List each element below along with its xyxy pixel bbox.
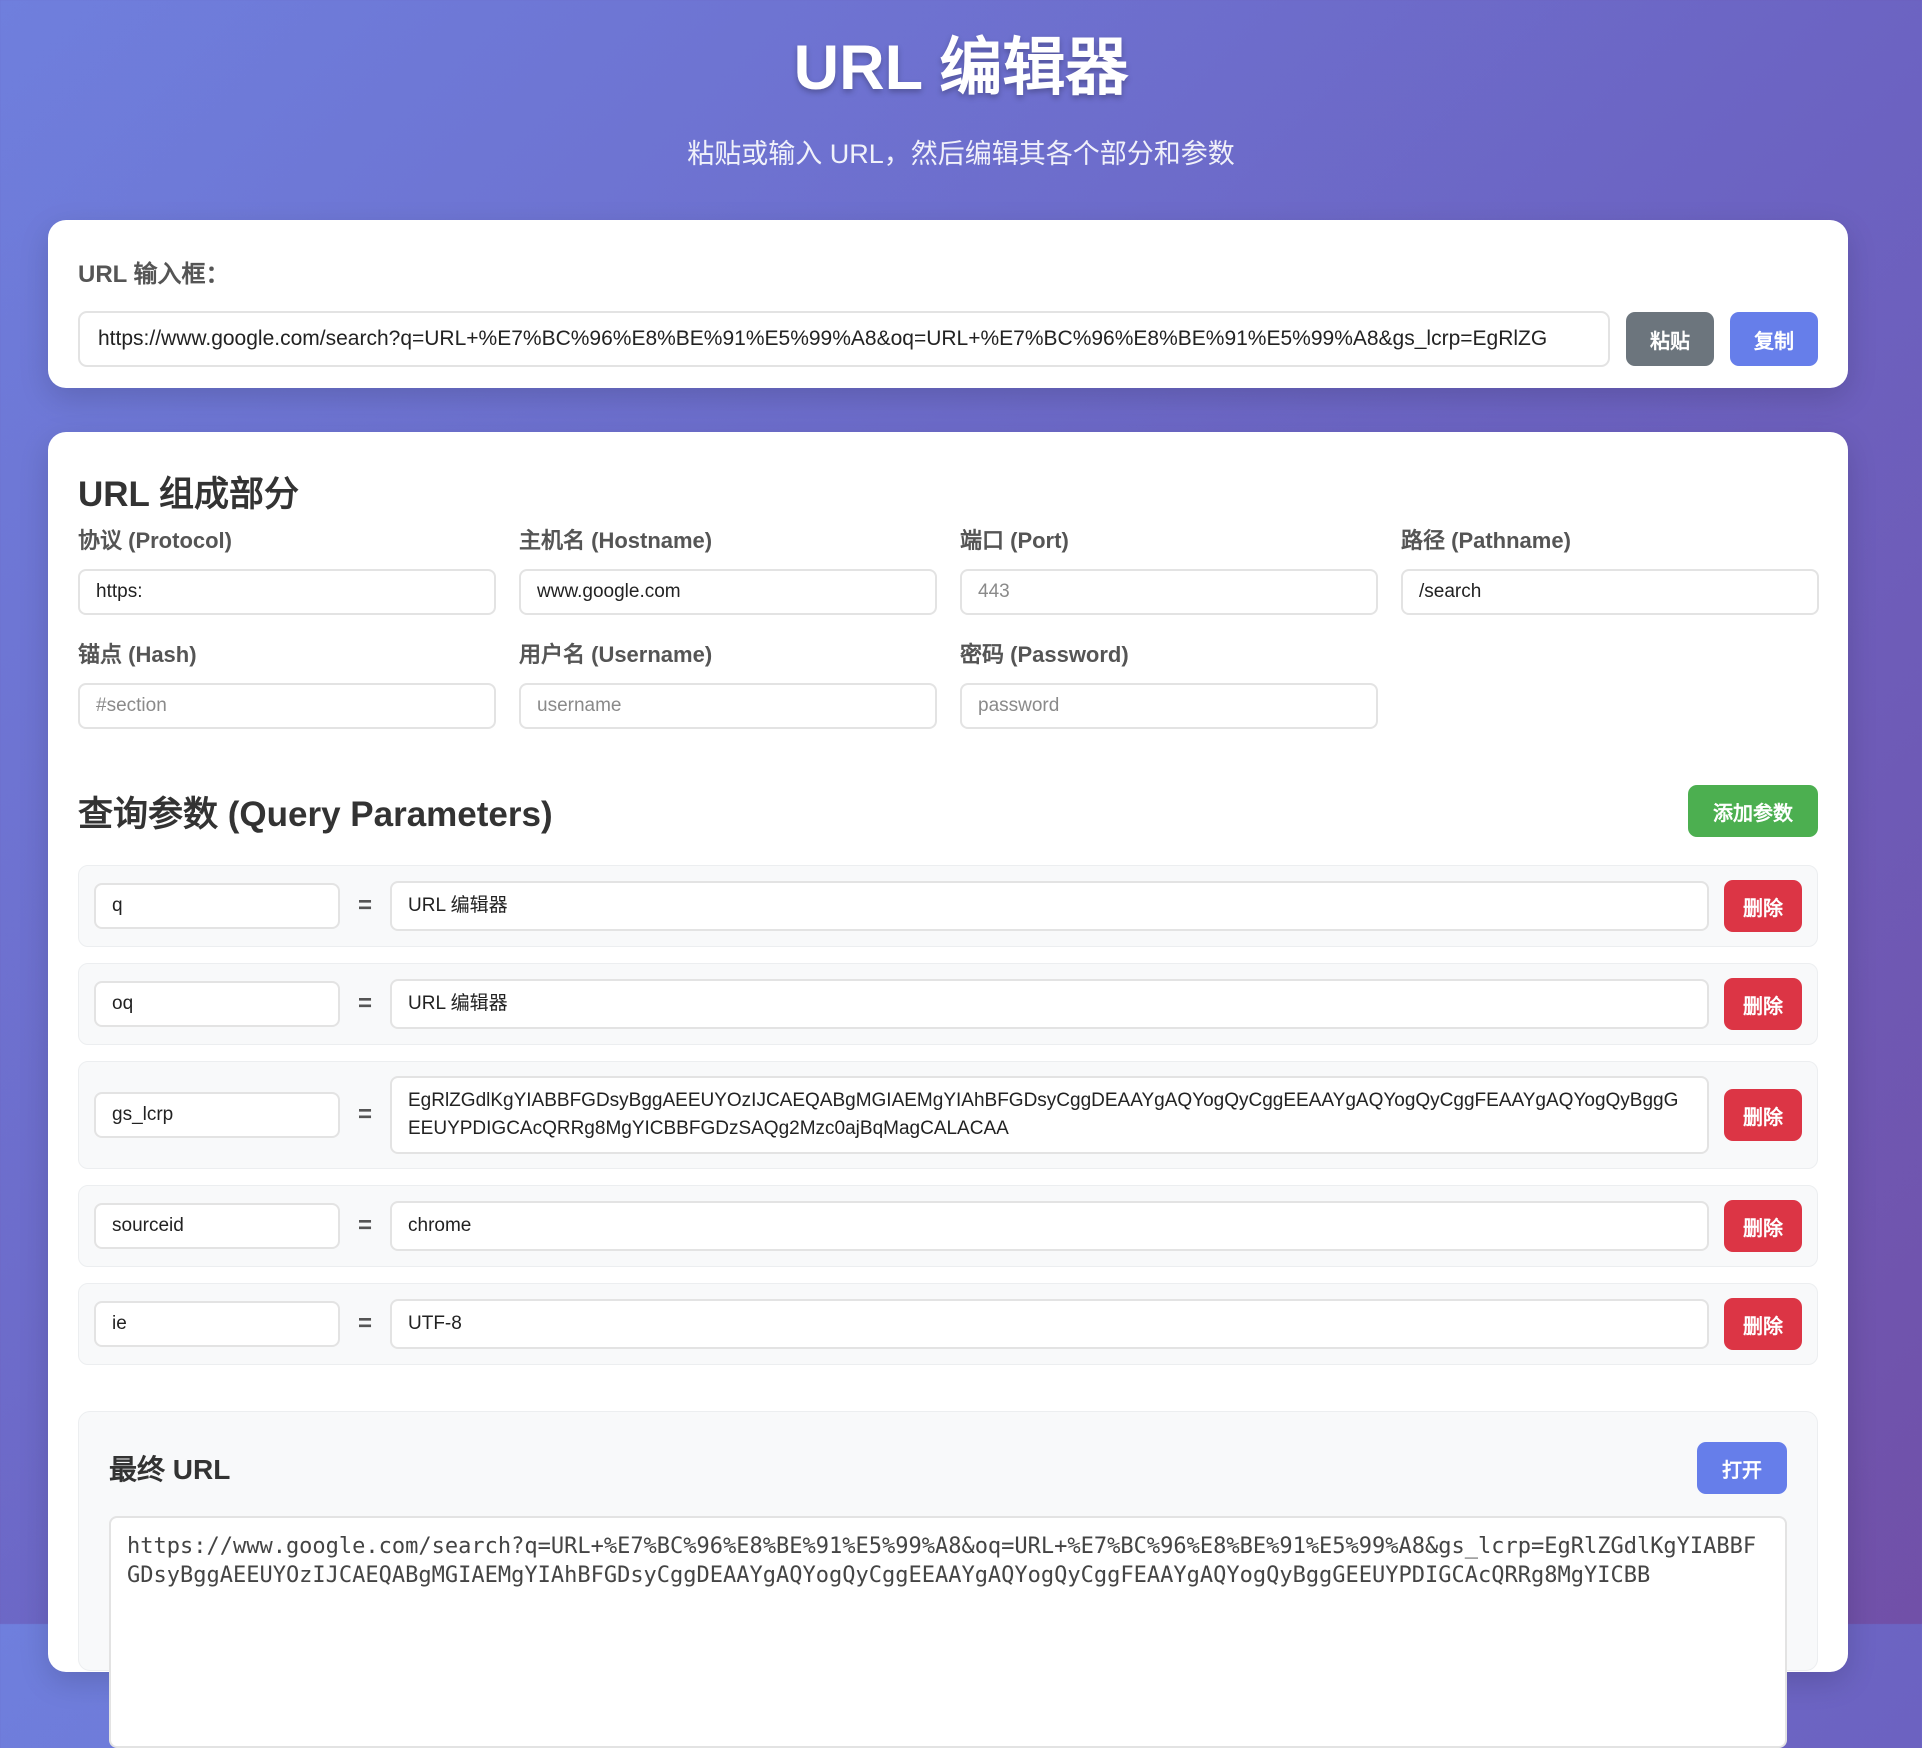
url-input[interactable]: https://www.google.com/search?q=URL+%E7%… [78,311,1610,367]
equals-sign: = [357,892,372,919]
username-field: 用户名 (Username) username [519,637,937,729]
port-input[interactable]: 443 [960,569,1378,615]
param-row: ie = UTF-8 删除 [78,1283,1818,1365]
param-row: oq = URL 编辑器 删除 [78,963,1818,1045]
param-value-input[interactable]: EgRlZGdlKgYIABBFGDsyBggAEEUYOzIJCAEQABgM… [390,1076,1709,1154]
hash-label: 锚点 (Hash) [78,642,197,667]
final-url-section: 最终 URL 打开 https://www.google.com/search?… [78,1411,1818,1748]
delete-param-button[interactable]: 删除 [1724,1298,1802,1350]
password-input[interactable]: password [960,683,1378,729]
param-row: sourceid = chrome 删除 [78,1185,1818,1267]
page-title: URL 编辑器 [793,33,1129,103]
equals-sign: = [357,1212,372,1239]
param-key-input[interactable]: oq [94,981,340,1027]
param-row: q = URL 编辑器 删除 [78,865,1818,947]
open-url-button[interactable]: 打开 [1697,1442,1787,1494]
url-input-card: URL 输入框： https://www.google.com/search?q… [48,220,1848,388]
port-field: 端口 (Port) 443 [960,523,1378,615]
final-url-title: 最终 URL [109,1454,231,1485]
page-header: URL 编辑器 粘贴或输入 URL，然后编辑其各个部分和参数 [0,0,1922,171]
param-value-input[interactable]: chrome [390,1201,1709,1251]
param-key-input[interactable]: q [94,883,340,929]
hash-input[interactable]: #section [78,683,496,729]
param-key-input[interactable]: ie [94,1301,340,1347]
paste-button[interactable]: 粘贴 [1626,312,1714,366]
password-field: 密码 (Password) password [960,637,1378,729]
param-value-input[interactable]: URL 编辑器 [390,881,1709,931]
pathname-input[interactable]: /search [1401,569,1819,615]
components-title: URL 组成部分 [78,475,300,514]
query-params-list: q = URL 编辑器 删除 oq = URL 编辑器 删除 gs_lcrp =… [78,865,1818,1365]
equals-sign: = [357,1101,372,1128]
delete-param-button[interactable]: 删除 [1724,1089,1802,1141]
hostname-label: 主机名 (Hostname) [519,528,713,553]
query-params-header: 查询参数 (Query Parameters) 添加参数 [78,785,1818,837]
port-label: 端口 (Port) [960,528,1069,553]
pathname-field: 路径 (Pathname) /search [1401,523,1819,615]
username-label: 用户名 (Username) [519,642,713,667]
param-value-input[interactable]: URL 编辑器 [390,979,1709,1029]
delete-param-button[interactable]: 删除 [1724,880,1802,932]
final-url-output[interactable]: https://www.google.com/search?q=URL+%E7%… [109,1516,1787,1748]
param-key-input[interactable]: sourceid [94,1203,340,1249]
pathname-label: 路径 (Pathname) [1401,528,1571,553]
hash-field: 锚点 (Hash) #section [78,637,496,729]
param-row: gs_lcrp = EgRlZGdlKgYIABBFGDsyBggAEEUYOz… [78,1061,1818,1169]
query-params-title: 查询参数 (Query Parameters) [78,794,553,834]
username-input[interactable]: username [519,683,937,729]
password-label: 密码 (Password) [960,642,1129,667]
equals-sign: = [357,1310,372,1337]
editor-card: URL 组成部分 协议 (Protocol) https: 主机名 (Hostn… [48,432,1848,1748]
protocol-input[interactable]: https: [78,569,496,615]
page-subtitle: 粘贴或输入 URL，然后编辑其各个部分和参数 [687,139,1235,169]
equals-sign: = [357,990,372,1017]
url-input-label: URL 输入框： [78,261,230,288]
param-key-input[interactable]: gs_lcrp [94,1092,340,1138]
param-value-input[interactable]: UTF-8 [390,1299,1709,1349]
final-url-header: 最终 URL 打开 [109,1442,1787,1494]
delete-param-button[interactable]: 删除 [1724,1200,1802,1252]
add-param-button[interactable]: 添加参数 [1688,785,1818,837]
url-input-row: https://www.google.com/search?q=URL+%E7%… [78,311,1818,367]
copy-button[interactable]: 复制 [1730,312,1818,366]
protocol-field: 协议 (Protocol) https: [78,523,496,615]
delete-param-button[interactable]: 删除 [1724,978,1802,1030]
hostname-field: 主机名 (Hostname) www.google.com [519,523,937,615]
hostname-input[interactable]: www.google.com [519,569,937,615]
protocol-label: 协议 (Protocol) [78,528,232,553]
components-grid: 协议 (Protocol) https: 主机名 (Hostname) www.… [78,523,1819,729]
